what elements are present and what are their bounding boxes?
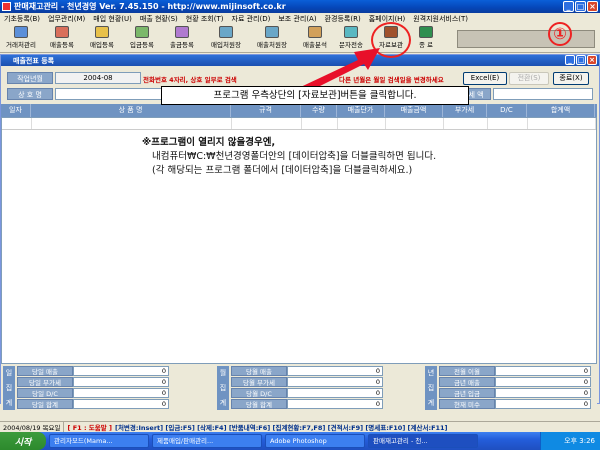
excel-button[interactable]: Excel(E) <box>463 72 507 85</box>
app-icon <box>2 2 11 11</box>
chart-icon <box>308 26 322 38</box>
menu-item-query[interactable]: 현황 조회(T) <box>182 14 228 24</box>
exit-icon <box>419 26 433 38</box>
table-row[interactable] <box>2 118 596 130</box>
doc-maximize-button[interactable]: □ <box>576 55 586 65</box>
daily-summary: 일집계 당일 매출 0 당일 부가세 0 당일 D/C 0 당일 합계 0 <box>3 366 173 410</box>
notice-line-3: (각 해당되는 프로그램 폴더에서 [데이터압축]을 더블클릭하세요.) <box>152 165 413 176</box>
summary-row: 당월 부가세 0 <box>231 377 383 387</box>
yearly-summary-label: 년집계 <box>425 366 437 410</box>
summary-row: 현재 미수 0 <box>439 399 591 409</box>
summary-row: 금년 입금 0 <box>439 388 591 398</box>
col-vat: 부가세 <box>443 104 487 117</box>
summary-row: 당일 D/C 0 <box>17 388 169 398</box>
app-title: 판매재고관리 - 천년경영 Ver. 7.45.150 - http://www… <box>14 2 286 11</box>
task-product[interactable]: 제품매입/판매관리... <box>152 434 262 448</box>
menu-item-work[interactable]: 업무관리(M) <box>44 14 89 24</box>
summary-row: 당일 매출 0 <box>17 366 169 376</box>
sales-icon <box>55 26 69 38</box>
summary-row: 당일 합계 0 <box>17 399 169 409</box>
search-hint: 전화번호 4자리, 상호 일부로 검색 <box>143 76 237 84</box>
menu-bar: 기초등록(B) 업무관리(M) 매입 현황(U) 매출 현황(S) 현황 조회(… <box>0 13 600 25</box>
task-admin[interactable]: 관리자모드(Mama... <box>49 434 149 448</box>
instruction-callout: 프로그램 우측상단의 [자료보관]버튼을 클릭합니다. <box>161 86 469 105</box>
summary-row: 당월 합계 0 <box>231 399 383 409</box>
monthly-summary: 월집계 당월 매출 0 당월 부가세 0 당월 D/C 0 당월 합계 0 <box>217 366 387 410</box>
menu-item-env[interactable]: 환경등록(R) <box>321 14 365 24</box>
grid-body[interactable]: ※프로그램이 열리지 않을경우엔, 내컴퓨터₩C:₩천년경영폴더안의 [데이터압… <box>1 117 597 364</box>
menu-item-data[interactable]: 자료 관리(D) <box>228 14 275 24</box>
yearly-summary: 년집계 전월 이월 0 금년 매출 0 금년 입금 0 현재 미수 0 <box>425 366 595 410</box>
menu-item-sales[interactable]: 매출 현황(S) <box>136 14 182 24</box>
col-product: 상 품 명 <box>31 104 231 117</box>
step-marker: ① <box>548 22 572 46</box>
taskbar: 시작 관리자모드(Mama... 제품매입/판매관리... Adobe Phot… <box>0 432 600 450</box>
toolbar-purchase-ledger-button[interactable]: 매입처원장 <box>204 26 248 52</box>
close-button[interactable]: × <box>587 1 598 12</box>
grid-header: 일자 상 품 명 규격 수량 매출단가 매출금액 부가세 D/C 합계액 <box>1 104 597 117</box>
status-bar: 2004/08/19 목요일 [ F1 : 도움말 ] [처변경:Insert]… <box>0 421 600 432</box>
toolbar-sales-button[interactable]: 매출등록 <box>44 26 80 52</box>
col-dc: D/C <box>487 104 527 117</box>
document-title: 매출전표 등록 <box>13 56 55 65</box>
notice-line-2: 내컴퓨터₩C:₩천년경영폴더안의 [데이터압축]을 더블클릭하면 됩니다. <box>152 151 437 162</box>
customer-icon <box>14 26 28 38</box>
system-tray: 오후 3:26 <box>540 432 600 450</box>
app-titlebar: 판매재고관리 - 천년경영 Ver. 7.45.150 - http://www… <box>0 0 600 13</box>
doc-minimize-button[interactable]: _ <box>565 55 575 65</box>
withdraw-icon <box>175 26 189 38</box>
company-label: 상 호 명 <box>7 88 53 100</box>
start-button[interactable]: 시작 <box>0 432 46 450</box>
status-panel <box>457 30 595 48</box>
summary-row: 전월 이월 0 <box>439 366 591 376</box>
toolbar-deposit-button[interactable]: 입금등록 <box>124 26 160 52</box>
company-input[interactable] <box>55 88 165 100</box>
convert-button[interactable]: 전환(S) <box>509 72 549 85</box>
col-qty: 수량 <box>301 104 337 117</box>
maximize-button[interactable]: □ <box>575 1 586 12</box>
daily-summary-label: 일집계 <box>3 366 15 410</box>
doc-close-button[interactable]: × <box>587 55 597 65</box>
status-shortcuts: [처변경:Insert] [입금:F5] [삭제:F4] [반품내역:F6] [… <box>114 424 448 432</box>
toolbar-withdraw-button[interactable]: 출금등록 <box>164 26 200 52</box>
message-icon <box>344 26 358 38</box>
exit-doc-button[interactable]: 종료(X) <box>553 72 589 85</box>
menu-item-remote[interactable]: 원격지원서비스(T) <box>409 14 472 24</box>
clock: 오후 3:26 <box>564 437 595 445</box>
summary-row: 당일 부가세 0 <box>17 377 169 387</box>
summary-row: 당월 매출 0 <box>231 366 383 376</box>
col-spec: 규격 <box>231 104 301 117</box>
menu-item-basic[interactable]: 기초등록(B) <box>0 14 44 24</box>
task-sales-inventory[interactable]: 판매재고관리 - 천... <box>368 434 478 448</box>
col-total: 합계액 <box>527 104 595 117</box>
task-photoshop[interactable]: Adobe Photoshop <box>265 434 365 448</box>
ledger-icon <box>265 26 279 38</box>
toolbar-exit-button[interactable]: 종 료 <box>414 26 438 52</box>
notice-text: ※프로그램이 열리지 않을경우엔, 내컴퓨터₩C:₩천년경영폴더안의 [데이터압… <box>142 136 436 178</box>
summary-panel: 일집계 당일 매출 0 당일 부가세 0 당일 D/C 0 당일 합계 0 월집계 당월… <box>1 366 597 412</box>
work-year-field[interactable]: 2004-08 <box>55 72 141 84</box>
monthly-summary-label: 월집계 <box>217 366 229 410</box>
col-date: 일자 <box>1 104 31 117</box>
deposit-icon <box>135 26 149 38</box>
summary-row: 금년 매출 0 <box>439 377 591 387</box>
menu-item-aux[interactable]: 보조 관리(A) <box>274 14 320 24</box>
purchase-icon <box>95 26 109 38</box>
minimize-button[interactable]: _ <box>563 1 574 12</box>
ledger-icon <box>219 26 233 38</box>
status-date: 2004/08/19 목요일 <box>0 422 65 432</box>
col-amount: 매출금액 <box>385 104 443 117</box>
toolbar-purchase-button[interactable]: 매입등록 <box>84 26 120 52</box>
summary-row: 당월 D/C 0 <box>231 388 383 398</box>
work-year-label: 작업년월 <box>7 72 53 84</box>
status-help: [ F1 : 도움말 ] <box>67 424 112 432</box>
col-unit-price: 매출단가 <box>337 104 385 117</box>
tax-field[interactable] <box>493 88 593 100</box>
menu-item-purchase[interactable]: 매입 현황(U) <box>89 14 136 24</box>
notice-line-1: ※프로그램이 열리지 않을경우엔, <box>142 137 276 148</box>
toolbar-customer-button[interactable]: 거래처관리 <box>2 26 40 52</box>
